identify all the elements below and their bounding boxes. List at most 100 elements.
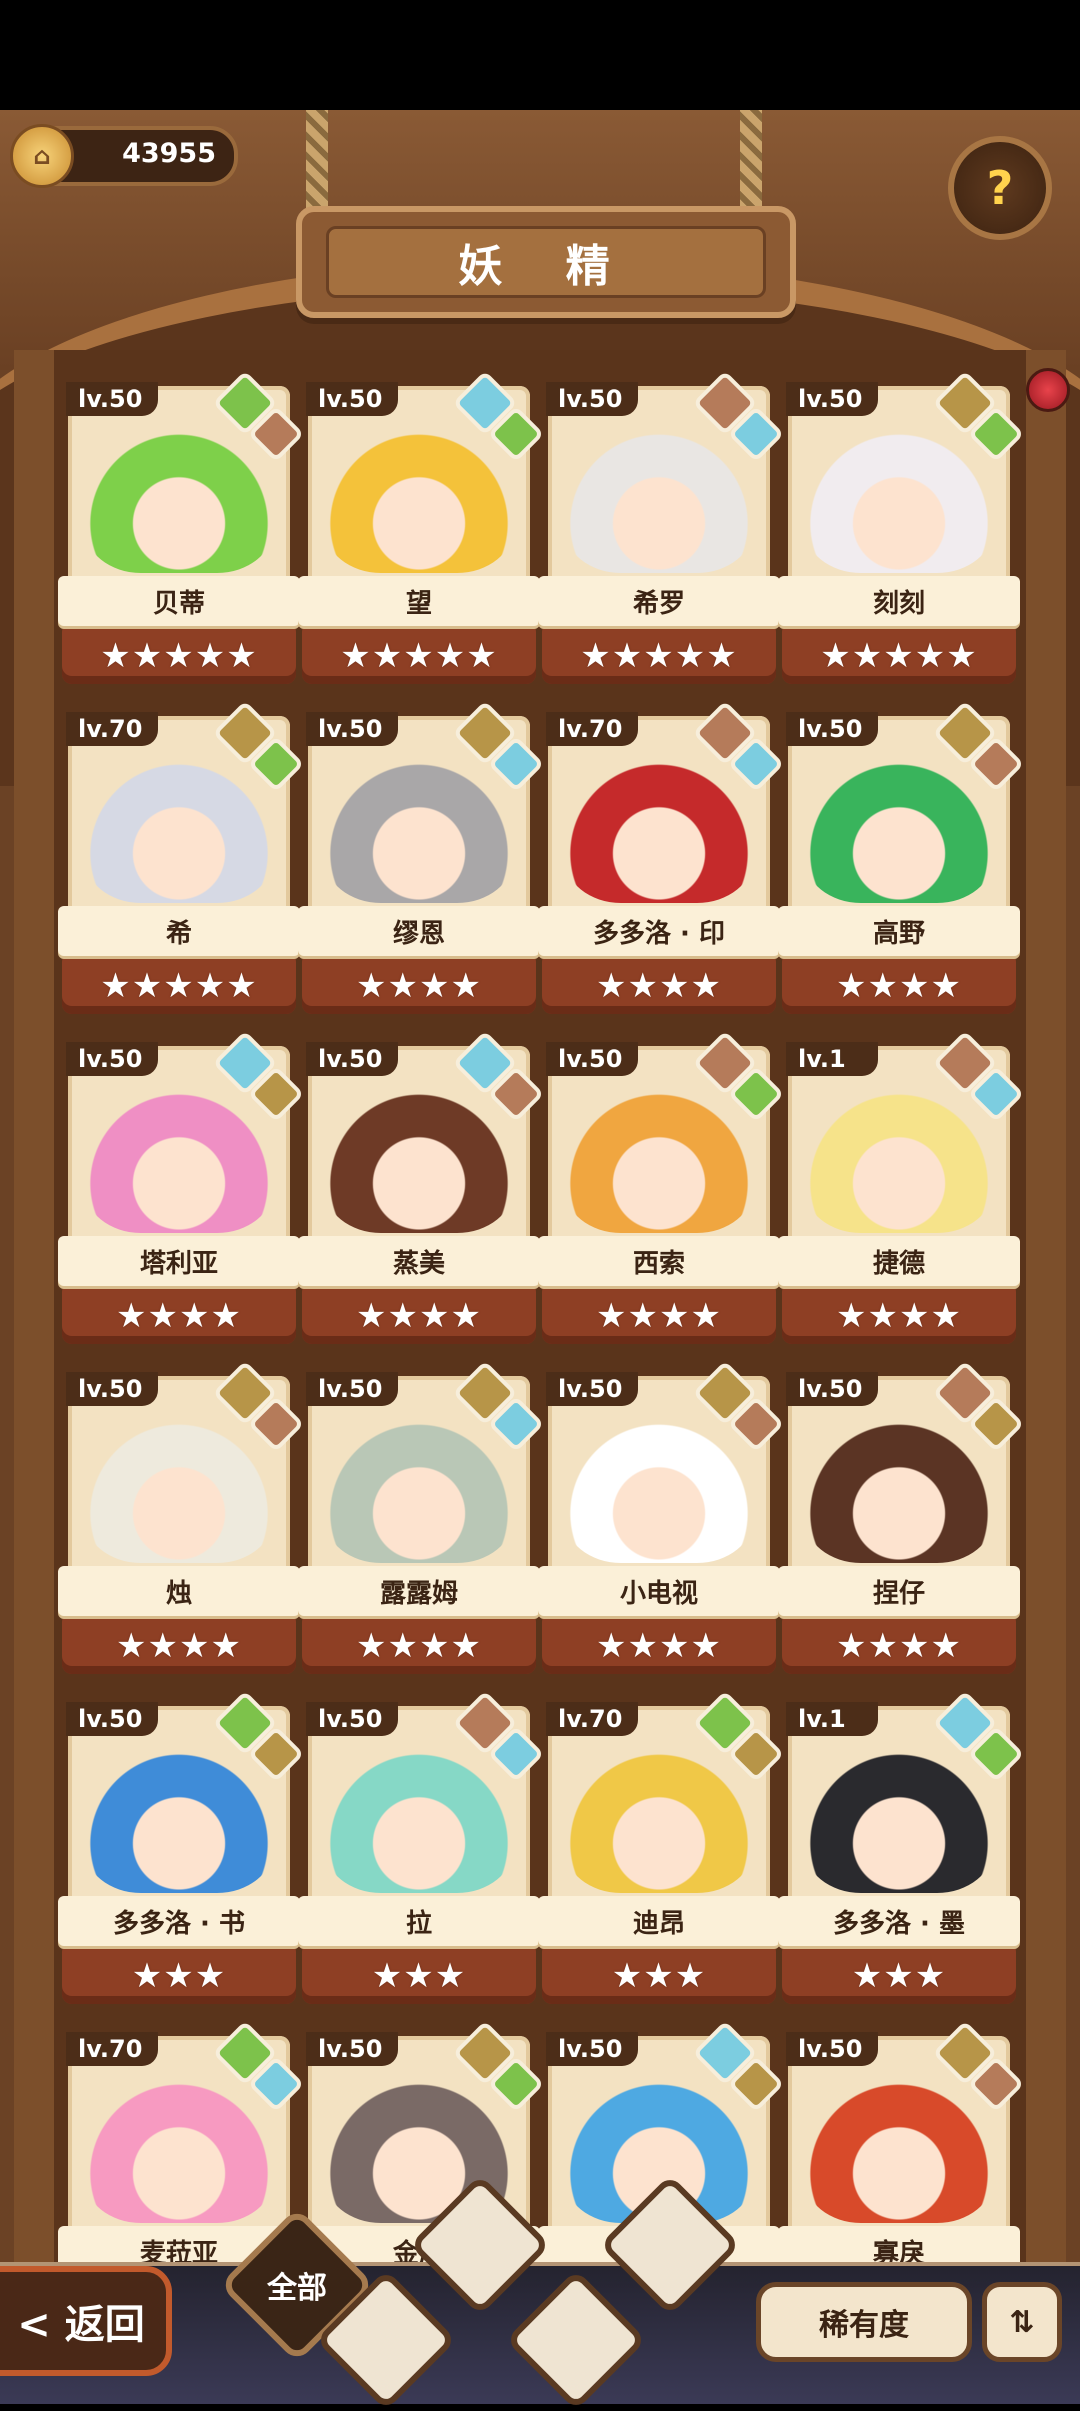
back-button[interactable]: < 返回 — [0, 2266, 172, 2376]
star-rating: ★★★★★ — [820, 636, 978, 676]
star-rating: ★★★★ — [836, 1296, 962, 1336]
sort-rarity-button[interactable]: 稀有度 — [756, 2282, 972, 2362]
coin-value: 43955 — [122, 138, 216, 169]
fairy-portrait — [324, 1078, 514, 1233]
star-rating: ★★★★ — [836, 966, 962, 1006]
level-badge: lv.50 — [306, 1372, 398, 1406]
star-rating: ★★★★★ — [100, 966, 258, 1006]
level-badge: lv.50 — [786, 382, 878, 416]
help-button[interactable]: ? — [948, 136, 1052, 240]
fairy-card[interactable]: lv.50 高野 ★★★★ — [778, 700, 1025, 1014]
level-badge: lv.70 — [66, 712, 158, 746]
fairy-name: 拉 — [298, 1896, 540, 1946]
fairy-name: 捷德 — [778, 1236, 1020, 1286]
fairy-portrait — [804, 1078, 994, 1233]
level-badge: lv.50 — [306, 382, 398, 416]
fairy-card[interactable]: lv.50 贝蒂 ★★★★★ — [58, 370, 305, 684]
fairy-name: 贝蒂 — [58, 576, 300, 626]
fairy-card[interactable]: lv.50 小电视 ★★★★ — [538, 1360, 785, 1674]
fairy-card[interactable]: lv.50 捏仔 ★★★★ — [778, 1360, 1025, 1674]
level-badge: lv.1 — [786, 1702, 878, 1736]
fairy-portrait — [324, 1408, 514, 1563]
fairy-portrait — [84, 1078, 274, 1233]
fairy-name: 塔利亚 — [58, 1236, 300, 1286]
fairy-portrait — [804, 1408, 994, 1563]
level-badge: lv.50 — [786, 712, 878, 746]
fairy-portrait — [324, 748, 514, 903]
fairy-name: 希 — [58, 906, 300, 956]
right-pillar — [1026, 350, 1066, 2400]
star-rating: ★★★★ — [116, 1296, 242, 1336]
fairy-portrait — [84, 748, 274, 903]
question-sprout-icon: ? — [986, 161, 1014, 215]
fairy-card[interactable]: lv.50 西索 ★★★★ — [538, 1030, 785, 1344]
fairy-portrait — [84, 1738, 274, 1893]
fairy-card[interactable]: lv.50 拉 ★★★ — [298, 1690, 545, 2004]
fairy-card[interactable]: lv.50 露露姆 ★★★★ — [298, 1360, 545, 1674]
fairy-name: 捏仔 — [778, 1566, 1020, 1616]
title-sign: 妖 精 — [296, 206, 796, 318]
star-rating: ★★★★★ — [580, 636, 738, 676]
level-badge: lv.70 — [546, 712, 638, 746]
fairy-name: 迪昂 — [538, 1896, 780, 1946]
fairy-card[interactable]: lv.70 多多洛 · 印 ★★★★ — [538, 700, 785, 1014]
fairy-portrait — [84, 418, 274, 573]
fairy-card[interactable]: lv.50 多多洛 · 书 ★★★ — [58, 1690, 305, 2004]
level-badge: lv.50 — [66, 1042, 158, 1076]
fairy-card[interactable]: lv.50 缪恩 ★★★★ — [298, 700, 545, 1014]
screen: ⌂ 43955 ? 妖 精 lv.50 贝蒂 ★★★★★ lv.50 望 ★★★★★ lv.… — [0, 110, 1080, 2400]
star-rating: ★★★★ — [596, 1626, 722, 1666]
fairy-card[interactable]: lv.50 蒸美 ★★★★ — [298, 1030, 545, 1344]
fairy-name: 多多洛 · 书 — [58, 1896, 300, 1946]
page-title: 妖 精 — [326, 226, 766, 298]
level-badge: lv.50 — [546, 1372, 638, 1406]
filter-all-label: 全部 — [267, 2271, 327, 2306]
level-badge: lv.70 — [546, 1702, 638, 1736]
fairy-portrait — [324, 418, 514, 573]
star-rating: ★★★★ — [596, 1296, 722, 1336]
star-rating: ★★★★ — [356, 1296, 482, 1336]
sort-order-icon[interactable]: ⇅ — [982, 2282, 1062, 2362]
fairy-name: 露露姆 — [298, 1566, 540, 1616]
star-rating: ★★★★★ — [340, 636, 498, 676]
star-rating: ★★★★★ — [100, 636, 258, 676]
fairy-card[interactable]: lv.50 刻刻 ★★★★★ — [778, 370, 1025, 684]
fairy-name: 望 — [298, 576, 540, 626]
level-badge: lv.50 — [306, 712, 398, 746]
fairy-portrait — [804, 1738, 994, 1893]
fairy-portrait — [804, 418, 994, 573]
fairy-portrait — [804, 748, 994, 903]
fairy-card[interactable]: lv.70 希 ★★★★★ — [58, 700, 305, 1014]
star-rating: ★★★★ — [356, 966, 482, 1006]
level-badge: lv.50 — [66, 382, 158, 416]
left-pillar — [14, 350, 54, 2400]
level-badge: lv.50 — [786, 2032, 878, 2066]
level-badge: lv.50 — [546, 2032, 638, 2066]
fairy-card[interactable]: lv.50 望 ★★★★★ — [298, 370, 545, 684]
coin-counter: ⌂ 43955 — [10, 124, 238, 188]
fairy-card[interactable]: lv.50 希罗 ★★★★★ — [538, 370, 785, 684]
fairy-card[interactable]: lv.50 塔利亚 ★★★★ — [58, 1030, 305, 1344]
fairy-name: 蒸美 — [298, 1236, 540, 1286]
star-rating: ★★★ — [131, 1956, 227, 1996]
fairy-card[interactable]: lv.50 烛 ★★★★ — [58, 1360, 305, 1674]
fairy-name: 多多洛 · 墨 — [778, 1896, 1020, 1946]
fairy-card[interactable]: lv.1 捷德 ★★★★ — [778, 1030, 1025, 1344]
ladybug-icon[interactable] — [1026, 368, 1070, 412]
fairy-name: 高野 — [778, 906, 1020, 956]
fairy-portrait — [564, 748, 754, 903]
star-rating: ★★★★ — [116, 1626, 242, 1666]
fairy-portrait — [564, 418, 754, 573]
fairy-name: 缪恩 — [298, 906, 540, 956]
level-badge: lv.50 — [66, 1702, 158, 1736]
star-rating: ★★★★ — [596, 966, 722, 1006]
fairy-name: 希罗 — [538, 576, 780, 626]
star-rating: ★★★★ — [836, 1626, 962, 1666]
fairy-card[interactable]: lv.70 迪昂 ★★★ — [538, 1690, 785, 2004]
level-badge: lv.50 — [306, 1042, 398, 1076]
fairy-card[interactable]: lv.1 多多洛 · 墨 ★★★ — [778, 1690, 1025, 2004]
fairy-name: 刻刻 — [778, 576, 1020, 626]
level-badge: lv.50 — [306, 1702, 398, 1736]
fairy-portrait — [564, 1408, 754, 1563]
fairy-name: 烛 — [58, 1566, 300, 1616]
